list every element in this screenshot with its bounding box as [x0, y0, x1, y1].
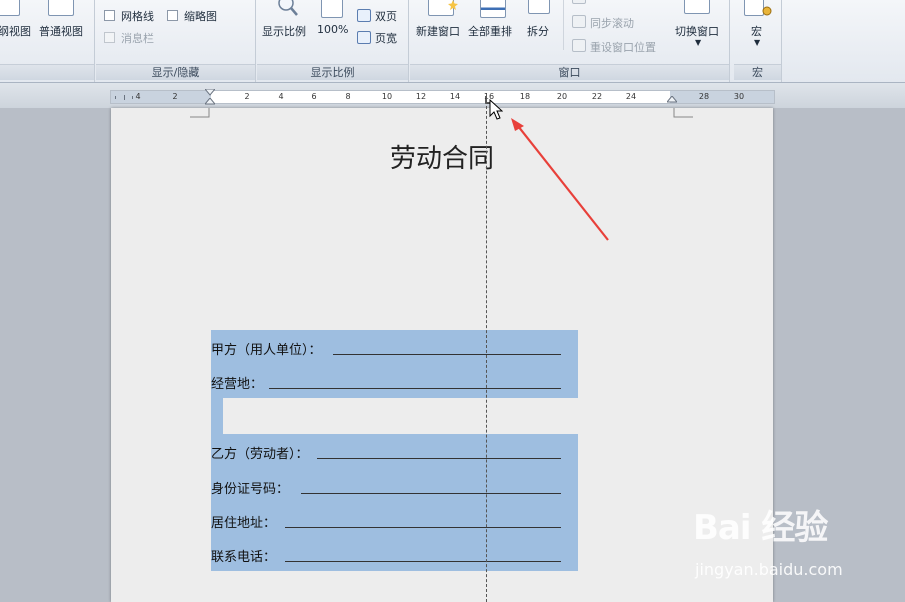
document-page[interactable]: 劳动合同 甲方（用人单位）： 经营地： 乙方（劳动者）： 身份证号码： 居住地址…: [111, 108, 773, 602]
sync-scroll-button: 同步滚动: [590, 17, 634, 30]
ruler-tick: [123, 95, 125, 100]
business-address-underline: [269, 388, 561, 389]
hundred-percent-icon: [321, 0, 343, 18]
id-number-label: 身份证号码：: [211, 482, 290, 497]
ruler-number: 20: [556, 92, 568, 101]
ruler-left-margin: [111, 91, 211, 103]
ruler-right-margin: [670, 91, 774, 103]
window-separator: [563, 0, 564, 50]
phone-label: 联系电话：: [211, 550, 277, 565]
gridlines-label[interactable]: 网格线: [121, 8, 154, 24]
residence-address-underline: [285, 527, 561, 528]
zoom-magnifier-icon: [278, 0, 298, 16]
switch-windows-button[interactable]: 切换窗口: [675, 23, 719, 39]
message-bar-label: 消息栏: [121, 32, 154, 45]
page-corner-mark-left: [190, 108, 210, 118]
show-hide-group: 网格线 缩略图 消息栏 显示/隐藏: [96, 0, 256, 82]
normal-view-button[interactable]: 普通视图: [39, 23, 83, 39]
views-group: 纲视图 普通视图: [0, 0, 95, 82]
party-a-label: 甲方（用人单位）：: [211, 343, 322, 358]
ribbon: 纲视图 普通视图 网格线 缩略图 消息栏 显示/隐藏 显示比例 100% 双页 …: [0, 0, 905, 83]
ruler-number: 12: [415, 92, 427, 101]
split-icon: [528, 0, 550, 14]
sync-scroll-icon: [572, 15, 586, 28]
document-title: 劳动合同: [389, 144, 494, 174]
zoom-group: 显示比例 100% 双页 页宽 显示比例: [257, 0, 409, 82]
macro-badge-icon: [762, 6, 772, 16]
ruler-number: 18: [519, 92, 531, 101]
page-width-button[interactable]: 页宽: [375, 30, 397, 46]
watermark-url: jingyan.baidu.com: [695, 560, 843, 579]
id-number-underline: [301, 493, 561, 494]
arrange-all-icon: [480, 0, 506, 18]
mouse-pointer-icon: [489, 99, 503, 120]
two-pages-button[interactable]: 双页: [375, 8, 397, 24]
thumbnails-label[interactable]: 缩略图: [184, 8, 217, 24]
hundred-percent-button[interactable]: 100%: [317, 23, 348, 36]
phone-underline: [285, 561, 561, 562]
ruler-number: 6: [311, 92, 317, 101]
party-b-underline: [317, 458, 561, 459]
ruler-number: 30: [733, 92, 745, 101]
residence-address-label: 居住地址：: [211, 516, 277, 531]
ruler-number: 4: [278, 92, 284, 101]
views-group-label: [0, 64, 94, 80]
window-group: 新建窗口 全部重排 拆分 同步滚动 重设窗口位置 切换窗口 ▼ 窗口: [410, 0, 730, 82]
view-side-by-side-icon: [572, 0, 586, 4]
ruler-number: 24: [625, 92, 637, 101]
reset-window-position-icon: [572, 39, 586, 52]
macro-icon: [744, 0, 764, 16]
ruler-number: 2: [244, 92, 250, 101]
ruler-number: 2: [172, 92, 178, 101]
arrange-all-button[interactable]: 全部重排: [468, 23, 512, 39]
ruler-number: 8: [345, 92, 351, 101]
macros-group-label: 宏: [734, 64, 781, 80]
ruler-tick: [132, 96, 133, 99]
page-corner-mark-right: [673, 108, 693, 118]
right-indent-marker[interactable]: [667, 96, 677, 104]
first-line-indent-marker[interactable]: [205, 89, 215, 97]
macro-dropdown-icon[interactable]: ▼: [754, 38, 760, 47]
thumbnails-checkbox[interactable]: [167, 10, 178, 21]
draft-view-button[interactable]: 纲视图: [0, 23, 31, 39]
new-window-button[interactable]: 新建窗口: [416, 23, 460, 39]
horizontal-ruler[interactable]: 4 2 2 4 6 8 10 12 14 16 18 20 22 24 28 30: [110, 89, 775, 106]
tab-guide-line: [486, 96, 487, 602]
zoom-group-label: 显示比例: [257, 64, 408, 80]
split-button[interactable]: 拆分: [527, 23, 549, 39]
ruler-number: 4: [135, 92, 141, 101]
watermark-logo: Bai 经验: [693, 508, 828, 548]
reset-window-position-button: 重设窗口位置: [590, 41, 656, 54]
party-a-underline: [333, 354, 561, 355]
gridlines-checkbox[interactable]: [104, 10, 115, 21]
new-window-star-icon: [448, 0, 458, 10]
macros-group: 宏 ▼ 宏: [734, 0, 782, 82]
macro-button[interactable]: 宏: [751, 23, 762, 39]
message-bar-checkbox: [104, 32, 115, 43]
selection-gap-edge: [211, 398, 223, 434]
switch-windows-dropdown-icon[interactable]: ▼: [695, 38, 701, 47]
window-group-label: 窗口: [410, 64, 729, 80]
ruler-number: 22: [591, 92, 603, 101]
switch-windows-icon: [684, 0, 710, 14]
ruler-number: 14: [449, 92, 461, 101]
party-b-label: 乙方（劳动者）：: [211, 447, 309, 462]
two-pages-icon: [357, 9, 371, 22]
ruler-number: 10: [381, 92, 393, 101]
ruler-number: 28: [698, 92, 710, 101]
draft-view-icon: [0, 0, 20, 16]
page-width-icon: [357, 31, 371, 44]
zoom-button[interactable]: 显示比例: [262, 23, 306, 39]
normal-view-icon: [48, 0, 74, 16]
show-hide-group-label: 显示/隐藏: [96, 64, 255, 80]
ruler-tick: [115, 96, 116, 99]
business-address-label: 经营地：: [211, 377, 264, 392]
left-indent-marker[interactable]: [205, 98, 215, 106]
